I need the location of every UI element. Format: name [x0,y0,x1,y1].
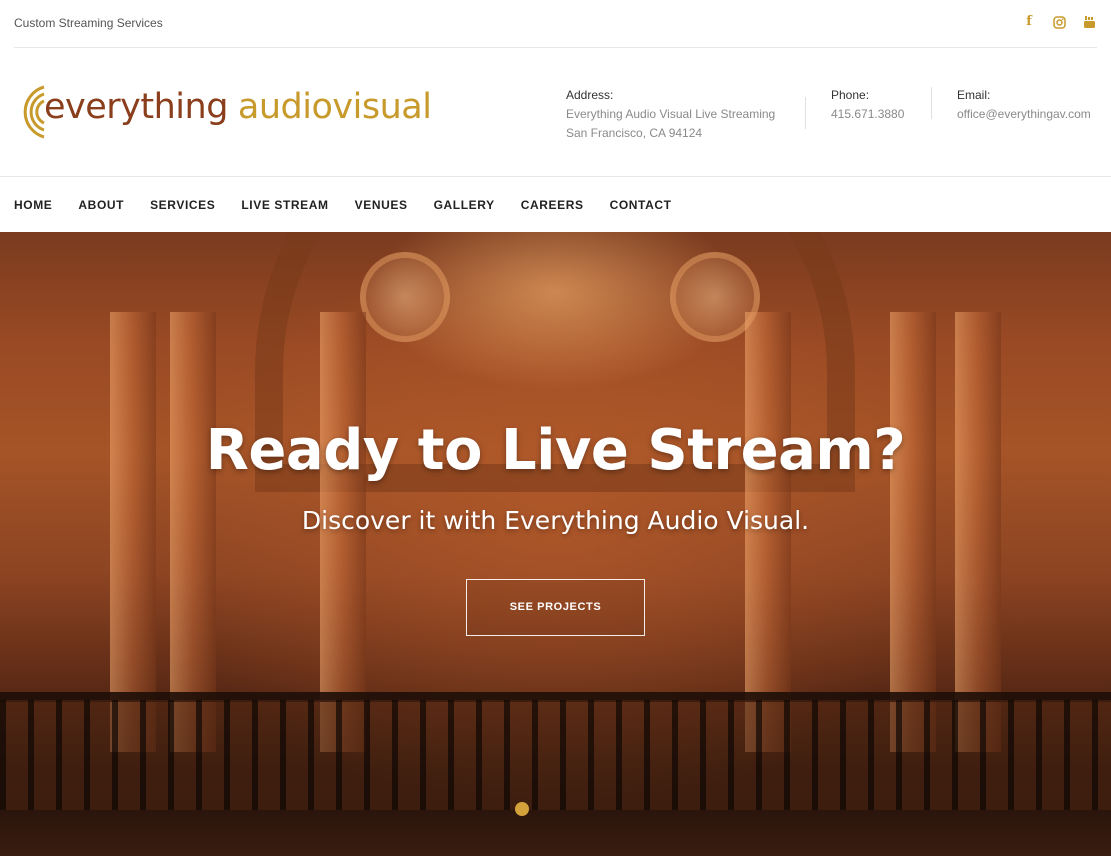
nav-item-home[interactable]: HOME [14,198,52,212]
email-label: Email: [957,88,991,102]
hero-slider: Ready to Live Stream? Discover it with E… [0,232,1111,856]
hero-background-floor [0,810,1111,856]
divider [931,87,932,119]
email-link[interactable]: office@everythingav.com [957,105,1091,124]
youtube-icon[interactable] [1081,15,1097,29]
address-line-1: Everything Audio Visual Live Streaming [566,107,776,121]
divider [805,97,806,129]
logo-word-everything: everything [44,87,228,127]
logo-arcs-icon [23,85,45,139]
hero-title: Ready to Live Stream? [205,418,906,483]
phone-link[interactable]: 415.671.3880 [831,105,904,124]
address-line-2: San Francisco, CA 94124 [566,126,703,140]
nav-item-about[interactable]: ABOUT [78,198,124,212]
instagram-icon[interactable] [1051,15,1067,29]
slider-dot[interactable] [515,802,529,816]
hero-subtitle: Discover it with Everything Audio Visual… [301,506,810,535]
address-label: Address: [566,88,614,102]
see-projects-button[interactable]: SEE PROJECTS [466,579,645,636]
email-block: Email: office@everythingav.com [957,86,1091,124]
hero-background-medallion [360,252,450,342]
main-nav: HOME ABOUT SERVICES LIVE STREAM VENUES G… [14,178,698,232]
facebook-icon[interactable]: f [1021,14,1037,30]
logo-word-audiovisual: audiovisual [237,87,432,127]
nav-item-gallery[interactable]: GALLERY [434,198,495,212]
social-links: f [1021,14,1097,30]
nav-item-services[interactable]: SERVICES [150,198,215,212]
logo-text: everything audiovisual [44,87,432,127]
tagline: Custom Streaming Services [14,16,163,30]
phone-block: Phone: 415.671.3880 [831,86,904,124]
phone-label: Phone: [831,88,870,102]
logo[interactable]: everything audiovisual [14,79,432,145]
nav-item-contact[interactable]: CONTACT [610,198,672,212]
nav-item-live-stream[interactable]: LIVE STREAM [241,198,328,212]
nav-item-venues[interactable]: VENUES [355,198,408,212]
nav-item-careers[interactable]: CAREERS [521,198,584,212]
top-bar: Custom Streaming Services f [14,0,1097,48]
site-header: everything audiovisual Address: Everythin… [0,49,1111,177]
address-block: Address: Everything Audio Visual Live St… [566,86,775,143]
hero-background-balcony [0,700,1111,810]
